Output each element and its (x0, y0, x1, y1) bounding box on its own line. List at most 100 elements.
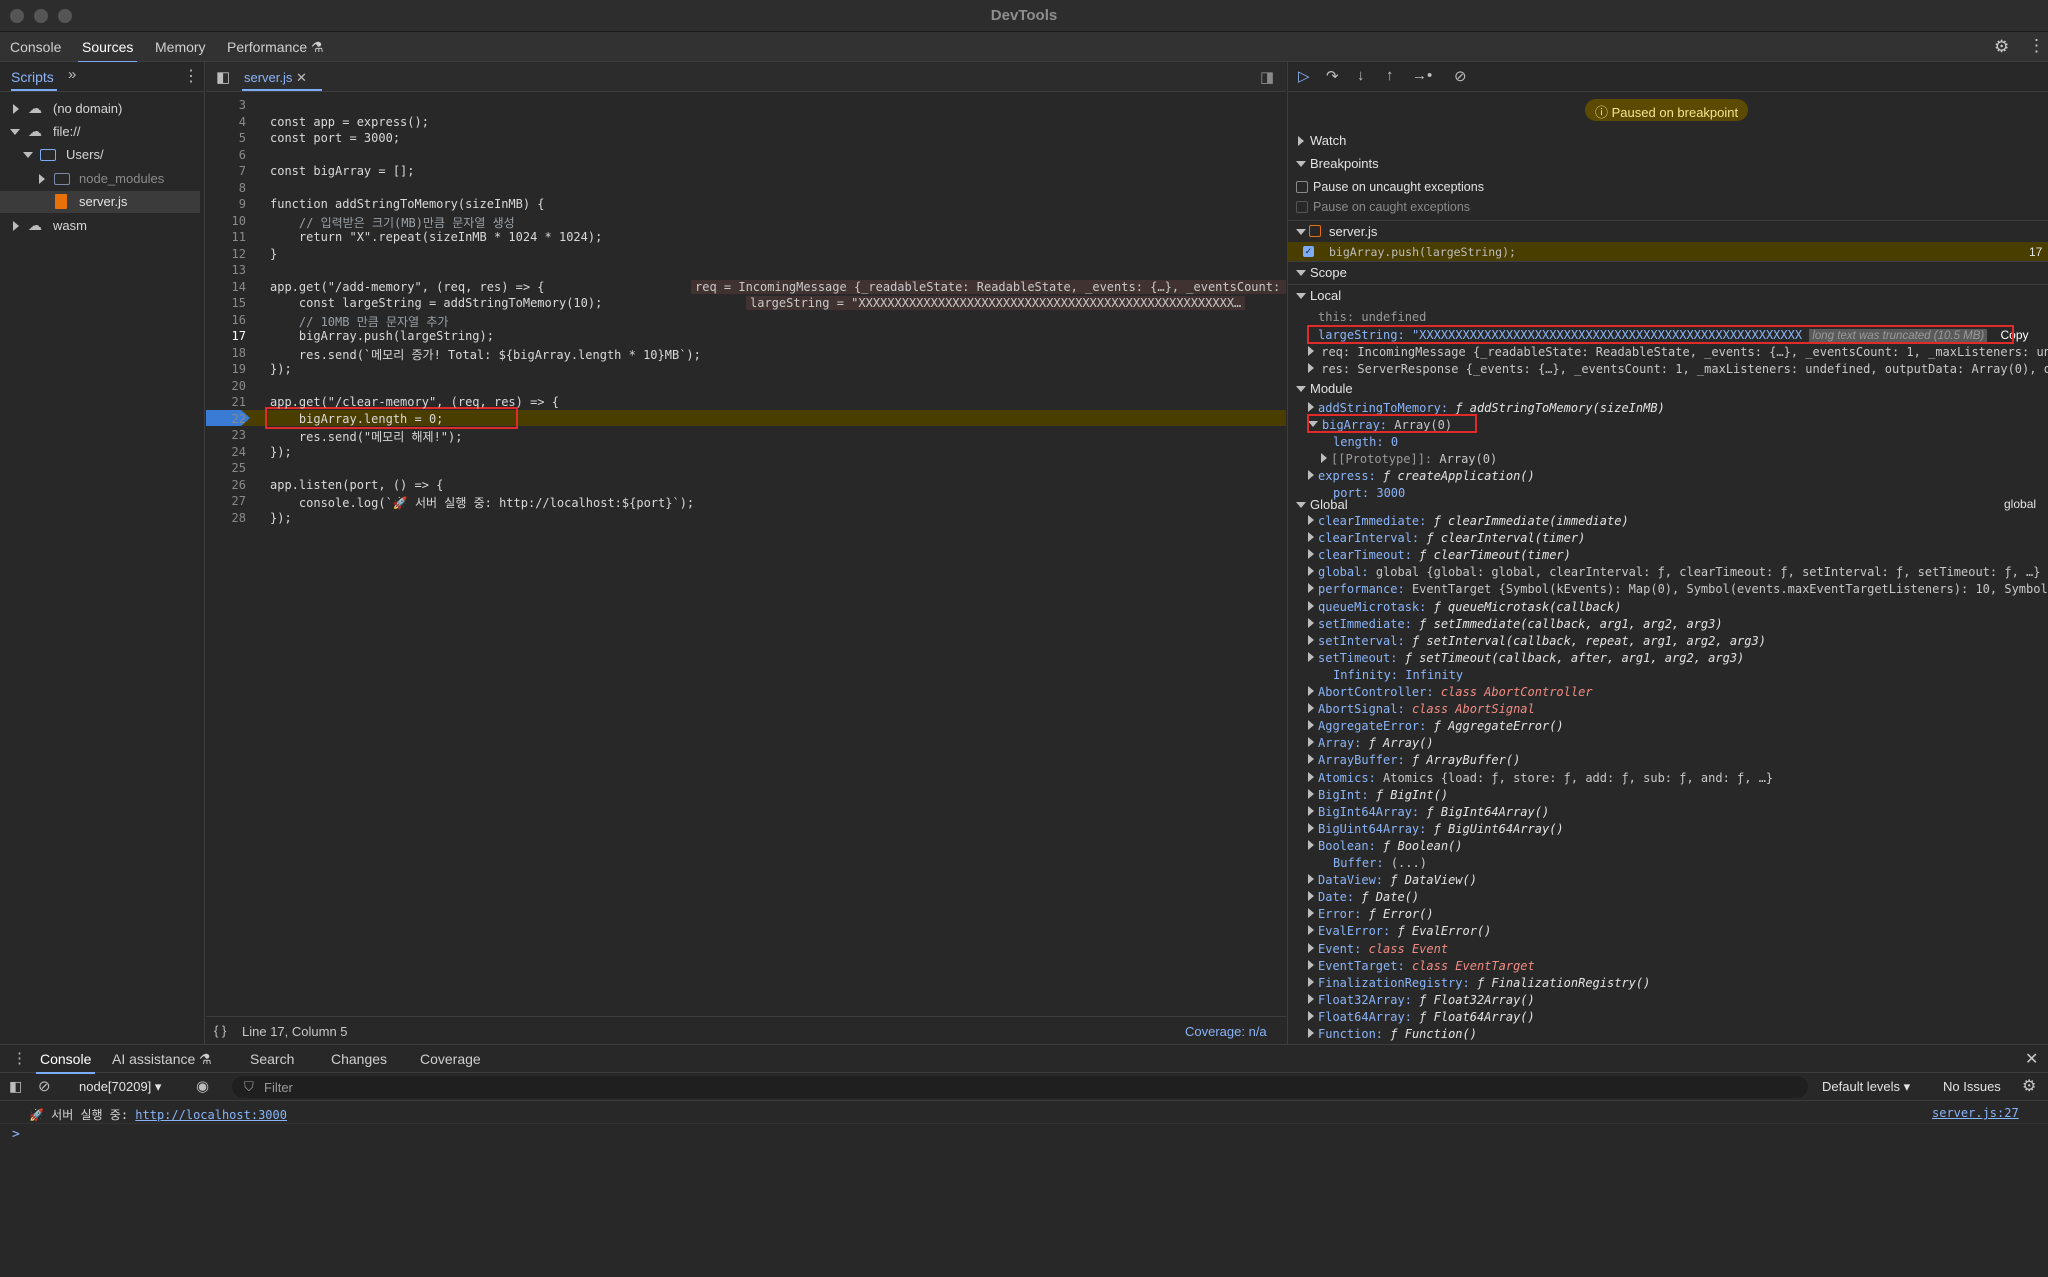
line-number[interactable]: 22 (206, 412, 246, 426)
tree-item-no-domain[interactable]: ☁ (no domain) (0, 98, 200, 120)
global-row[interactable]: Infinity: Infinity (1333, 668, 1463, 682)
global-row[interactable]: Function: ƒ Function() (1308, 1027, 1477, 1041)
breakpoint-item[interactable]: ✓ bigArray.push(largeString); 17 (1288, 242, 2048, 261)
message-link[interactable]: http://localhost:3000 (135, 1108, 287, 1122)
tab-memory[interactable]: Memory (155, 39, 206, 55)
issues-counter[interactable]: No Issues (1943, 1079, 2001, 1094)
global-row[interactable]: AbortController: class AbortController (1308, 685, 1593, 699)
toggle-navigator-icon[interactable]: ◧ (216, 68, 230, 86)
global-row[interactable]: ArrayBuffer: ƒ ArrayBuffer() (1308, 753, 1520, 767)
local-scope-header[interactable]: Local (1288, 284, 2048, 306)
code-area[interactable]: 3 4 const app = express(); 5 const port = 30… (206, 92, 1286, 1016)
module-row[interactable]: express: ƒ createApplication() (1308, 469, 1535, 483)
global-row[interactable]: AbortSignal: class AbortSignal (1308, 702, 1535, 716)
line-number[interactable]: 16 (206, 313, 246, 327)
sidebar-toggle-icon[interactable]: ◧ (9, 1078, 22, 1095)
line-number[interactable]: 9 (206, 197, 246, 211)
global-row[interactable]: Date: ƒ Date() (1308, 890, 1419, 904)
console-prompt-area[interactable]: > (0, 1125, 2048, 1277)
line-number[interactable]: 25 (206, 461, 246, 475)
line-number[interactable]: 15 (206, 296, 246, 310)
breakpoint-file-group[interactable]: server.js (1288, 220, 2048, 242)
tab-performance[interactable]: Performance ⚗ (227, 39, 324, 56)
context-selector[interactable]: node[70209] ▾ (79, 1079, 161, 1095)
filter-input[interactable]: ⛉ Filter (232, 1076, 1808, 1098)
coverage-status[interactable]: Coverage: n/a (1185, 1024, 1267, 1039)
step-icon[interactable]: →• (1412, 67, 1432, 84)
global-row[interactable]: EvalError: ƒ EvalError() (1308, 924, 1491, 938)
line-number[interactable]: 23 (206, 428, 246, 442)
global-row[interactable]: setInterval: ƒ setInterval(callback, rep… (1308, 634, 1766, 648)
deactivate-breakpoints-icon[interactable]: ⊘ (1454, 67, 1467, 85)
global-row[interactable]: Float32Array: ƒ Float32Array() (1308, 993, 1535, 1007)
global-row[interactable]: BigInt64Array: ƒ BigInt64Array() (1308, 805, 1549, 819)
pause-caught-option[interactable]: Pause on caught exceptions (1288, 196, 2048, 218)
drawer-tab-changes[interactable]: Changes (331, 1051, 387, 1067)
breakpoints-section-header[interactable]: Breakpoints (1288, 153, 2048, 175)
pause-uncaught-checkbox[interactable] (1296, 181, 1308, 193)
global-row[interactable]: setImmediate: ƒ setImmediate(callback, a… (1308, 617, 1723, 631)
log-levels-dropdown[interactable]: Default levels ▾ (1822, 1079, 1910, 1095)
line-number[interactable]: 13 (206, 263, 246, 277)
global-row[interactable]: AggregateError: ƒ AggregateError() (1308, 719, 1564, 733)
pretty-print-icon[interactable]: { } (214, 1023, 226, 1038)
live-expression-eye-icon[interactable]: ◉ (196, 1077, 209, 1095)
global-row[interactable]: setTimeout: ƒ setTimeout(callback, after… (1308, 651, 1744, 665)
module-row[interactable]: [[Prototype]]: Array(0) (1321, 452, 1497, 466)
line-number[interactable]: 4 (206, 115, 246, 129)
global-row[interactable]: Float64Array: ƒ Float64Array() (1308, 1010, 1535, 1024)
global-row[interactable]: clearTimeout: ƒ clearTimeout(timer) (1308, 548, 1571, 562)
line-number[interactable]: 14 (206, 280, 246, 294)
more-options-icon[interactable]: ⋮ (2028, 36, 2045, 56)
global-row[interactable]: Boolean: ƒ Boolean() (1308, 839, 1463, 853)
drawer-tab-ai-assistance[interactable]: AI assistance ⚗ (112, 1051, 212, 1068)
line-number[interactable]: 18 (206, 346, 246, 360)
global-row[interactable]: Error: ƒ Error() (1308, 907, 1434, 921)
global-row[interactable]: Buffer: (...) (1333, 856, 1427, 870)
console-settings-icon[interactable]: ⚙ (2022, 1076, 2036, 1096)
pause-caught-checkbox[interactable] (1296, 201, 1308, 213)
line-number[interactable]: 10 (206, 214, 246, 228)
line-number[interactable]: 17 (206, 329, 246, 343)
line-number[interactable]: 20 (206, 379, 246, 393)
module-row[interactable]: length: 0 (1333, 435, 1398, 449)
settings-icon[interactable]: ⚙ (1994, 37, 2009, 57)
resume-icon[interactable]: ▷ (1298, 67, 1310, 85)
line-number[interactable]: 11 (206, 230, 246, 244)
pause-uncaught-option[interactable]: Pause on uncaught exceptions (1288, 176, 2048, 198)
line-number[interactable]: 6 (206, 148, 246, 162)
tab-console[interactable]: Console (10, 39, 61, 55)
step-into-icon[interactable]: ↓ (1357, 67, 1365, 84)
drawer-tab-console[interactable]: Console (35, 1051, 96, 1074)
editor-tab-server-js[interactable]: server.js ✕ (244, 70, 307, 86)
toggle-debugger-icon[interactable]: ◨ (1260, 68, 1274, 86)
line-number[interactable]: 8 (206, 181, 246, 195)
line-number[interactable]: 24 (206, 445, 246, 459)
global-row[interactable]: Atomics: Atomics {load: ƒ, store: ƒ, add… (1308, 771, 1773, 785)
global-row[interactable]: Array: ƒ Array() (1308, 736, 1434, 750)
tab-scripts[interactable]: Scripts (11, 69, 54, 85)
global-row[interactable]: performance: EventTarget {Symbol(kEvents… (1308, 582, 2048, 596)
scope-req[interactable]: req: IncomingMessage {_readableState: Re… (1308, 345, 2048, 359)
close-drawer-icon[interactable]: ✕ (2025, 1049, 2038, 1069)
global-row[interactable]: BigInt: ƒ BigInt() (1308, 788, 1448, 802)
tree-item-server-js[interactable]: server.js (0, 191, 200, 213)
line-number[interactable]: 3 (206, 98, 246, 112)
line-number[interactable]: 21 (206, 395, 246, 409)
line-number[interactable]: 12 (206, 247, 246, 261)
tab-sources[interactable]: Sources (77, 39, 138, 63)
navigator-menu-icon[interactable]: ⋮ (183, 66, 199, 86)
drawer-tab-search[interactable]: Search (250, 1051, 294, 1067)
global-row[interactable]: FinalizationRegistry: ƒ FinalizationRegi… (1308, 976, 1650, 990)
drawer-menu-icon[interactable]: ⋮ (12, 1049, 27, 1067)
line-number[interactable]: 26 (206, 478, 246, 492)
scope-res[interactable]: res: ServerResponse {_events: {…}, _even… (1308, 362, 2048, 376)
line-number[interactable]: 28 (206, 511, 246, 525)
module-row[interactable]: addStringToMemory: ƒ addStringToMemory(s… (1308, 401, 1665, 415)
breakpoint-checkbox-checked[interactable]: ✓ (1303, 246, 1314, 257)
line-number[interactable]: 7 (206, 164, 246, 178)
global-row[interactable]: clearInterval: ƒ clearInterval(timer) (1308, 531, 1585, 545)
console-source-link[interactable]: server.js:27 (1932, 1106, 2019, 1120)
global-scope-header[interactable]: Global global (1288, 494, 2048, 516)
scope-section-header[interactable]: Scope (1288, 261, 2048, 283)
